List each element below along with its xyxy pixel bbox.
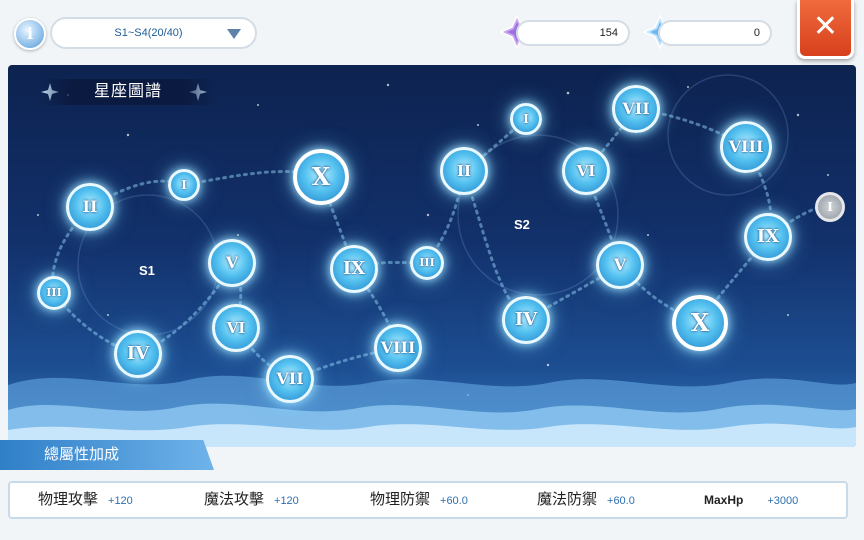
star-node-s1-5[interactable]: V: [208, 239, 256, 287]
star-node-s2-4[interactable]: IV: [502, 296, 550, 344]
star-node-s1-4[interactable]: IV: [114, 330, 162, 378]
stat-value: +3000: [767, 495, 799, 507]
star-node-s1-3b[interactable]: III: [410, 246, 444, 280]
bonus-section-header: 總屬性加成: [0, 440, 214, 470]
close-icon: ✕: [812, 9, 839, 44]
star-node-s2-2[interactable]: II: [440, 147, 488, 195]
currency-1-counter: 154: [516, 20, 630, 46]
constellation-map: 星座圖譜 S1 S2 II I III V VI IV VII X IX III…: [8, 65, 856, 447]
close-button[interactable]: ✕: [797, 0, 854, 59]
stat-value: +60.0: [607, 495, 635, 507]
stage-dropdown-label: S1~S4(20/40): [114, 27, 183, 39]
stat-name: 物理防禦: [370, 491, 431, 508]
stat-physical-attack: 物理攻擊 +120: [38, 483, 133, 518]
star-node-s1-3[interactable]: III: [37, 276, 71, 310]
star-node-s1-8[interactable]: VIII: [374, 324, 422, 372]
info-icon: i: [26, 24, 34, 43]
star-node-s1-9[interactable]: IX: [330, 245, 378, 293]
currency-2-value: 0: [753, 27, 760, 39]
star-node-s2-9[interactable]: IX: [744, 213, 792, 261]
stat-name: MaxHp: [704, 493, 744, 507]
stat-value: +60.0: [440, 495, 468, 507]
stat-magic-defense: 魔法防禦 +60.0: [537, 483, 635, 518]
bonus-title: 總屬性加成: [44, 446, 120, 463]
stat-name: 魔法防禦: [537, 491, 598, 508]
game-window: i S1~S4(20/40) 154 0 ✕ 星座圖譜 S1 S2 II I I…: [0, 0, 864, 540]
stat-name: 魔法攻擊: [204, 491, 265, 508]
stat-value: +120: [274, 495, 299, 507]
star-node-s1-10[interactable]: X: [293, 149, 349, 205]
map-title-ribbon: 星座圖譜: [38, 79, 218, 105]
star-node-s1-1[interactable]: I: [168, 169, 200, 201]
stat-name: 物理攻擊: [38, 491, 99, 508]
star-node-s1-6[interactable]: VI: [212, 304, 260, 352]
stat-magic-attack: 魔法攻擊 +120: [204, 483, 299, 518]
star-node-s2-6[interactable]: VI: [562, 147, 610, 195]
region-label-s1: S1: [139, 263, 155, 278]
stat-value: +120: [108, 495, 133, 507]
currency-2-counter: 0: [658, 20, 772, 46]
star-node-s2-1[interactable]: I: [510, 103, 542, 135]
star-node-s2-8[interactable]: VIII: [720, 121, 772, 173]
region-label-s2: S2: [514, 217, 530, 232]
map-title: 星座圖譜: [93, 83, 162, 100]
info-button[interactable]: i: [14, 18, 46, 50]
star-node-s3-1-locked[interactable]: I: [815, 192, 845, 222]
stage-dropdown[interactable]: S1~S4(20/40): [50, 17, 257, 49]
chevron-down-icon: [227, 29, 241, 39]
star-node-s2-5[interactable]: V: [596, 241, 644, 289]
stat-physical-defense: 物理防禦 +60.0: [370, 483, 468, 518]
stat-bonus-bar: 物理攻擊 +120 魔法攻擊 +120 物理防禦 +60.0 魔法防禦 +60.0 Ma…: [8, 481, 848, 519]
star-node-s2-7[interactable]: VII: [612, 85, 660, 133]
star-node-s1-7[interactable]: VII: [266, 355, 314, 403]
stat-max-hp: MaxHp +3000: [704, 483, 798, 518]
star-node-s2-10[interactable]: X: [672, 295, 728, 351]
currency-1-value: 154: [599, 27, 618, 39]
star-node-s1-2[interactable]: II: [66, 183, 114, 231]
